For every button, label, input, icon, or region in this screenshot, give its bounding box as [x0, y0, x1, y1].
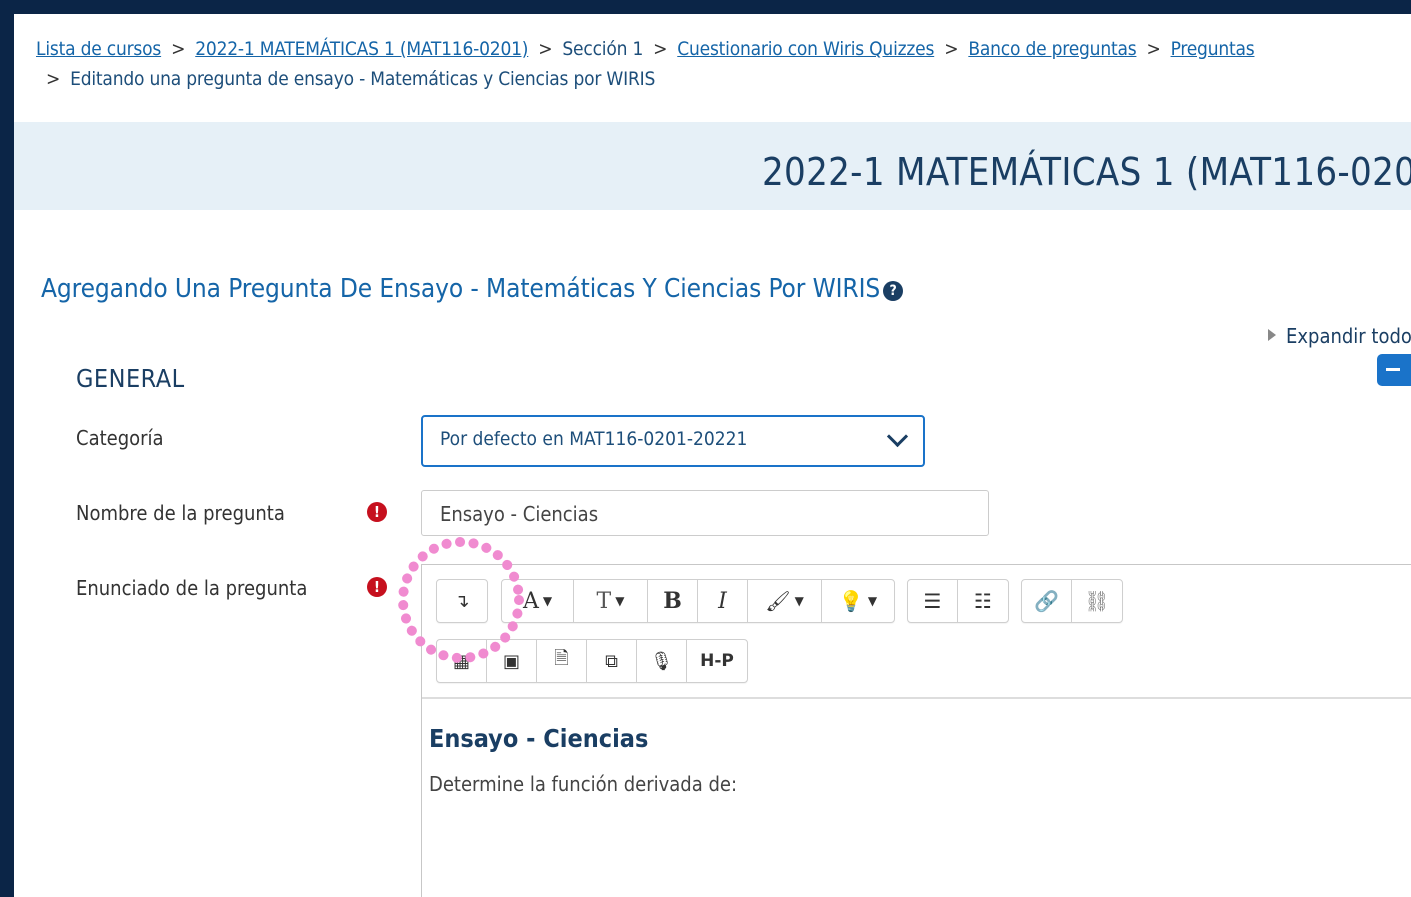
breadcrumb-separator: > — [171, 38, 186, 60]
breadcrumb-link-courses[interactable]: Lista de cursos — [36, 38, 161, 60]
insert-file-button[interactable]: 🗎 — [537, 640, 587, 682]
h5p-button[interactable]: H-P — [687, 640, 747, 682]
breadcrumb-current: Editando una pregunta de ensayo - Matemá… — [70, 68, 656, 90]
question-name-label: Nombre de la pregunta — [76, 501, 285, 525]
bold-button[interactable]: B — [648, 580, 698, 622]
collapse-toolbar-icon: ↴ — [454, 590, 470, 612]
microphone-icon: 🎙 — [650, 650, 673, 672]
toolbar-group: 🔗 ⛓ — [1021, 579, 1123, 623]
breadcrumb: Lista de cursos >2022-1 MATEMÁTICAS 1 (MA… — [36, 34, 1396, 94]
editor-content-text: Determine la función derivada de: — [429, 772, 738, 796]
bullet-list-button[interactable]: ☰ — [908, 580, 958, 622]
dropdown-caret-icon: ▼ — [615, 594, 625, 608]
editor-toolbar: ↴ A ▼ T ▼ B I 🖌 ▼ 💡 ▼ ☰ ☷ 🔗 ⛓ ▦ ▣ 🗎 ⧉ 🎙 … — [422, 565, 1411, 699]
dropdown-caret-icon: ▼ — [794, 594, 804, 608]
help-icon[interactable]: ? — [883, 281, 904, 301]
toolbar-group: ☰ ☷ — [907, 579, 1009, 623]
required-icon: ! — [367, 577, 387, 597]
expand-all-link[interactable]: Expandir todo — [1268, 324, 1411, 348]
bullet-list-icon: ☰ — [923, 589, 942, 613]
caret-right-icon — [1268, 329, 1276, 341]
category-label: Categoría — [76, 426, 164, 450]
breadcrumb-separator: > — [1146, 38, 1161, 60]
highlight-button[interactable]: 🖌 ▼ — [748, 580, 822, 622]
breadcrumb-section: Sección 1 — [562, 38, 644, 60]
font-size-icon: T — [596, 588, 612, 614]
page-title: Agregando Una Pregunta De Ensayo - Matem… — [41, 274, 904, 304]
question-text-label: Enunciado de la pregunta — [76, 576, 308, 600]
link-icon: 🔗 — [1034, 589, 1059, 613]
breadcrumb-link-question-bank[interactable]: Banco de preguntas — [968, 38, 1136, 60]
unlink-button[interactable]: ⛓ — [1072, 580, 1122, 622]
link-button[interactable]: 🔗 — [1022, 580, 1072, 622]
h5p-icon: H-P — [700, 651, 734, 671]
category-select[interactable]: Por defecto en MAT116-0201-20221 — [421, 415, 925, 467]
section-title-general[interactable]: GENERAL — [76, 364, 185, 393]
editor-content-title: Ensayo - Ciencias — [429, 724, 649, 753]
numbered-list-button[interactable]: ☷ — [958, 580, 1008, 622]
italic-icon: I — [718, 588, 727, 614]
collapse-section-button[interactable] — [1377, 354, 1411, 386]
numbered-list-icon: ☷ — [974, 589, 992, 613]
page: Lista de cursos >2022-1 MATEMÁTICAS 1 (MA… — [14, 14, 1411, 897]
breadcrumb-separator: > — [538, 38, 553, 60]
unlink-icon: ⛓ — [1084, 589, 1110, 613]
bold-icon: B — [663, 588, 682, 614]
insert-media-icon: ▦ — [452, 650, 470, 672]
record-audio-button[interactable]: 🎙 — [637, 640, 687, 682]
required-icon: ! — [367, 502, 387, 522]
paintbrush-icon: 🖌 — [765, 589, 791, 613]
course-title: 2022-1 MATEMÁTICAS 1 (MAT116-0201 — [762, 150, 1411, 194]
manage-files-icon: ⧉ — [605, 650, 618, 672]
course-header: 2022-1 MATEMÁTICAS 1 (MAT116-0201 — [14, 122, 1411, 210]
toolbar-group: A ▼ T ▼ B I 🖌 ▼ 💡 ▼ — [501, 579, 895, 623]
chevron-down-icon — [886, 425, 909, 448]
font-color-button[interactable]: A ▼ — [502, 580, 574, 622]
expand-all-label: Expandir todo — [1286, 324, 1411, 348]
question-text-editor[interactable]: ↴ A ▼ T ▼ B I 🖌 ▼ 💡 ▼ ☰ ☷ 🔗 ⛓ ▦ ▣ 🗎 ⧉ 🎙 … — [421, 564, 1411, 897]
breadcrumb-link-questions[interactable]: Preguntas — [1171, 38, 1255, 60]
insert-media-button[interactable]: ▦ — [437, 640, 487, 682]
accessibility-button[interactable]: 💡 ▼ — [822, 580, 894, 622]
insert-image-button[interactable]: ▣ — [487, 640, 537, 682]
minus-icon — [1386, 368, 1400, 371]
image-icon: ▣ — [502, 650, 520, 672]
dropdown-caret-icon: ▼ — [867, 594, 878, 608]
font-color-icon: A — [522, 588, 539, 614]
italic-button[interactable]: I — [698, 580, 748, 622]
breadcrumb-separator: > — [944, 38, 959, 60]
collapse-toolbar-button[interactable]: ↴ — [437, 580, 487, 622]
file-icon: 🗎 — [554, 648, 569, 669]
page-title-text: Agregando Una Pregunta De Ensayo - Matem… — [41, 274, 881, 304]
font-size-button[interactable]: T ▼ — [574, 580, 648, 622]
dropdown-caret-icon: ▼ — [542, 594, 553, 608]
breadcrumb-separator: > — [653, 38, 668, 60]
toolbar-group: ↴ — [436, 579, 488, 623]
category-select-value: Por defecto en MAT116-0201-20221 — [440, 428, 748, 450]
question-name-input[interactable]: Ensayo - Ciencias — [421, 490, 989, 536]
breadcrumb-separator: > — [46, 68, 61, 90]
breadcrumb-link-course[interactable]: 2022-1 MATEMÁTICAS 1 (MAT116-0201) — [195, 38, 528, 60]
lightbulb-icon: 💡 — [838, 589, 864, 613]
breadcrumb-link-quiz[interactable]: Cuestionario con Wiris Quizzes — [677, 38, 934, 60]
manage-files-button[interactable]: ⧉ — [587, 640, 637, 682]
toolbar-group: ▦ ▣ 🗎 ⧉ 🎙 H-P — [436, 639, 748, 683]
